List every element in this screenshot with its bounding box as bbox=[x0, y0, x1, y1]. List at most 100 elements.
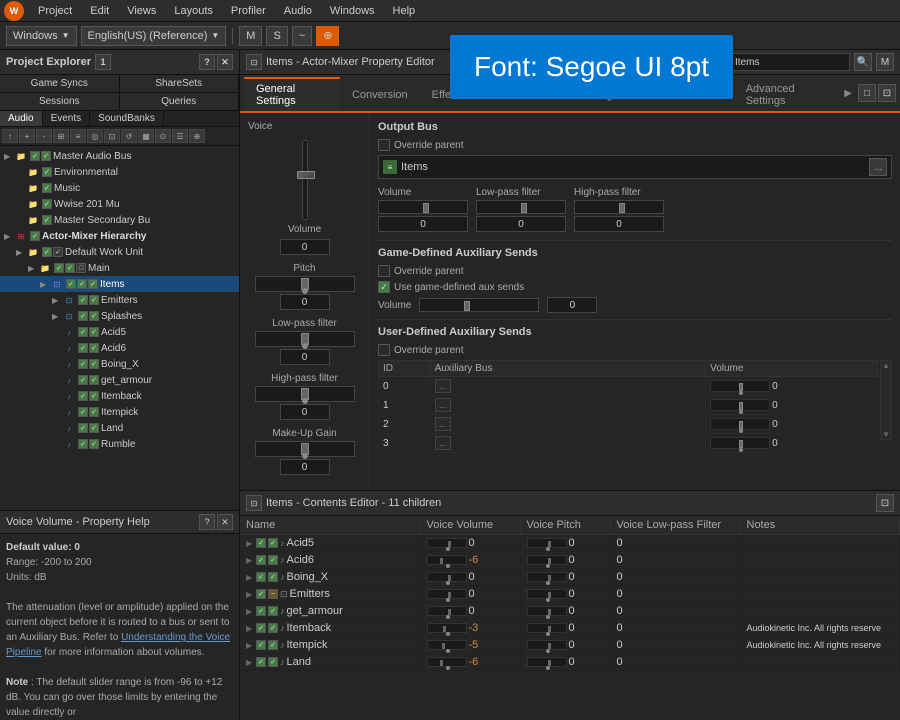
aux-bus-btn-2[interactable]: ... bbox=[435, 417, 451, 431]
tree-main[interactable]: ▶ 📁 ✓ ✓ □ Main bbox=[0, 260, 239, 276]
tree-master-audio-bus[interactable]: ▶ 📁 ✓ ✓ Master Audio Bus bbox=[0, 148, 239, 164]
output-lowpass-slider[interactable] bbox=[476, 200, 566, 214]
row-cb-2[interactable]: ✓ bbox=[268, 538, 278, 548]
tab-share-sets[interactable]: ShareSets bbox=[120, 75, 240, 92]
tree-land[interactable]: ♪ ✓ ✓ Land bbox=[0, 420, 239, 436]
mini-slider[interactable] bbox=[427, 640, 467, 650]
row-cb-2[interactable]: ✓ bbox=[268, 572, 278, 582]
tree-rumble[interactable]: ♪ ✓ ✓ Rumble bbox=[0, 436, 239, 452]
row-cb-2[interactable]: ~ bbox=[268, 589, 278, 599]
bus-edit-btn[interactable]: ... bbox=[869, 158, 887, 176]
output-lowpass-value[interactable]: 0 bbox=[476, 216, 566, 232]
menu-audio[interactable]: Audio bbox=[276, 3, 320, 19]
mini-slider[interactable] bbox=[427, 555, 467, 565]
mini-pitch-slider[interactable] bbox=[527, 657, 567, 667]
aux-vol-thumb-3[interactable] bbox=[739, 440, 743, 448]
output-volume-thumb[interactable] bbox=[423, 203, 429, 213]
tab-more[interactable]: ▶ bbox=[838, 84, 858, 103]
explorer-close-icon[interactable]: ✕ bbox=[217, 54, 233, 70]
tab-sessions[interactable]: Sessions bbox=[0, 93, 120, 110]
tab-advanced-settings[interactable]: Advanced Settings bbox=[734, 77, 839, 111]
row-cb-1[interactable]: ✓ bbox=[256, 623, 266, 633]
mini-slider[interactable] bbox=[427, 572, 467, 582]
pitch-value[interactable]: 0 bbox=[280, 294, 330, 310]
row-cb-1[interactable]: ✓ bbox=[256, 538, 266, 548]
output-lowpass-thumb[interactable] bbox=[521, 203, 527, 213]
mini-slider[interactable] bbox=[427, 606, 467, 616]
tree-itemback[interactable]: ♪ ✓ ✓ Itemback bbox=[0, 388, 239, 404]
help-close-icon[interactable]: ✕ bbox=[217, 514, 233, 530]
mini-slider[interactable] bbox=[427, 623, 467, 633]
tree-btn-3[interactable]: - bbox=[36, 129, 52, 143]
aux-vol-slider-3[interactable] bbox=[710, 437, 770, 449]
row-cb-2[interactable]: ✓ bbox=[268, 657, 278, 667]
tree-btn-8[interactable]: ↺ bbox=[121, 129, 137, 143]
restore-btn[interactable]: ⊡ bbox=[878, 84, 896, 102]
aux-vol-thumb-1[interactable] bbox=[739, 402, 743, 410]
tree-btn-12[interactable]: ⊕ bbox=[189, 129, 205, 143]
aux-scroll[interactable]: ▲ ▼ bbox=[880, 360, 892, 440]
row-arrow[interactable]: ▶ bbox=[246, 539, 254, 548]
mini-pitch-slider[interactable] bbox=[527, 555, 567, 565]
menu-layouts[interactable]: Layouts bbox=[166, 3, 221, 19]
tab-game-syncs[interactable]: Game Syncs bbox=[0, 75, 120, 92]
game-override-checkbox[interactable] bbox=[378, 265, 390, 277]
tree-wwise201[interactable]: 📁 ✓ Wwise 201 Mu bbox=[0, 196, 239, 212]
tab-audio[interactable]: Audio bbox=[0, 111, 43, 126]
tree-btn-10[interactable]: ⊙ bbox=[155, 129, 171, 143]
tree-emitters[interactable]: ▶ ⊡ ✓ ✓ Emitters bbox=[0, 292, 239, 308]
mini-slider[interactable] bbox=[427, 589, 467, 599]
help-icon[interactable]: ? bbox=[199, 514, 215, 530]
menu-windows[interactable]: Windows bbox=[322, 3, 383, 19]
tab-queries[interactable]: Queries bbox=[120, 93, 240, 110]
aux-bus-btn-1[interactable]: ... bbox=[435, 398, 451, 412]
row-cb-1[interactable]: ✓ bbox=[256, 657, 266, 667]
tree-boing-x[interactable]: ♪ ✓ ✓ Boing_X bbox=[0, 356, 239, 372]
mini-pitch-slider[interactable] bbox=[527, 589, 567, 599]
makeup-value[interactable]: 0 bbox=[280, 459, 330, 475]
row-cb-2[interactable]: ✓ bbox=[268, 623, 278, 633]
toolbar-btn-s[interactable]: S bbox=[266, 26, 287, 46]
game-aux-volume-thumb[interactable] bbox=[464, 301, 470, 311]
row-cb-1[interactable]: ✓ bbox=[256, 640, 266, 650]
menu-views[interactable]: Views bbox=[119, 3, 164, 19]
tab-events[interactable]: Events bbox=[43, 111, 91, 126]
output-volume-slider[interactable] bbox=[378, 200, 468, 214]
use-game-defined-checkbox[interactable]: ✓ bbox=[378, 281, 390, 293]
tree-acid6[interactable]: ♪ ✓ ✓ Acid6 bbox=[0, 340, 239, 356]
tree-itempick[interactable]: ♪ ✓ ✓ Itempick bbox=[0, 404, 239, 420]
tab-conversion[interactable]: Conversion bbox=[340, 83, 420, 105]
aux-vol-slider-1[interactable] bbox=[710, 399, 770, 411]
tree-music[interactable]: 📁 ✓ Music bbox=[0, 180, 239, 196]
tree-btn-2[interactable]: + bbox=[19, 129, 35, 143]
menu-profiler[interactable]: Profiler bbox=[223, 3, 274, 19]
menu-project[interactable]: Project bbox=[30, 3, 80, 19]
row-arrow[interactable]: ▶ bbox=[246, 590, 254, 599]
tree-get-armour[interactable]: ♪ ✓ ✓ get_armour bbox=[0, 372, 239, 388]
mini-pitch-slider[interactable] bbox=[527, 640, 567, 650]
mini-slider[interactable] bbox=[427, 538, 467, 548]
aux-bus-btn-0[interactable]: ... bbox=[435, 379, 451, 393]
tree-btn-1[interactable]: ↑ bbox=[2, 129, 18, 143]
voice-fader-track[interactable] bbox=[302, 140, 308, 220]
platform-dropdown[interactable]: Windows ▼ bbox=[6, 26, 77, 46]
menu-edit[interactable]: Edit bbox=[82, 3, 117, 19]
pitch-slider[interactable] bbox=[255, 276, 355, 292]
mini-thumb[interactable] bbox=[442, 643, 445, 649]
aux-vol-slider-0[interactable] bbox=[710, 380, 770, 392]
row-arrow[interactable]: ▶ bbox=[246, 624, 254, 633]
row-cb-1[interactable]: ✓ bbox=[256, 555, 266, 565]
aux-vol-thumb-2[interactable] bbox=[739, 421, 743, 429]
contents-expand-btn[interactable]: ⊡ bbox=[876, 494, 894, 512]
tree-items[interactable]: ▶ ⊡ ✓ ✓ ✓ Items bbox=[0, 276, 239, 292]
tree-master-secondary[interactable]: 📁 ✓ Master Secondary Bu bbox=[0, 212, 239, 228]
tree-btn-5[interactable]: ≡ bbox=[70, 129, 86, 143]
user-override-checkbox[interactable] bbox=[378, 344, 390, 356]
tree-environmental[interactable]: 📁 ✓ Environmental bbox=[0, 164, 239, 180]
row-arrow[interactable]: ▶ bbox=[246, 658, 254, 667]
tree-splashes[interactable]: ▶ ⊡ ✓ ✓ Splashes bbox=[0, 308, 239, 324]
toolbar-btn-connect[interactable]: ⊕ bbox=[316, 26, 339, 46]
prop-extra-btn[interactable]: M bbox=[876, 53, 894, 71]
game-aux-volume-value[interactable]: 0 bbox=[547, 297, 597, 313]
toolbar-btn-tilde[interactable]: ~ bbox=[292, 26, 312, 46]
